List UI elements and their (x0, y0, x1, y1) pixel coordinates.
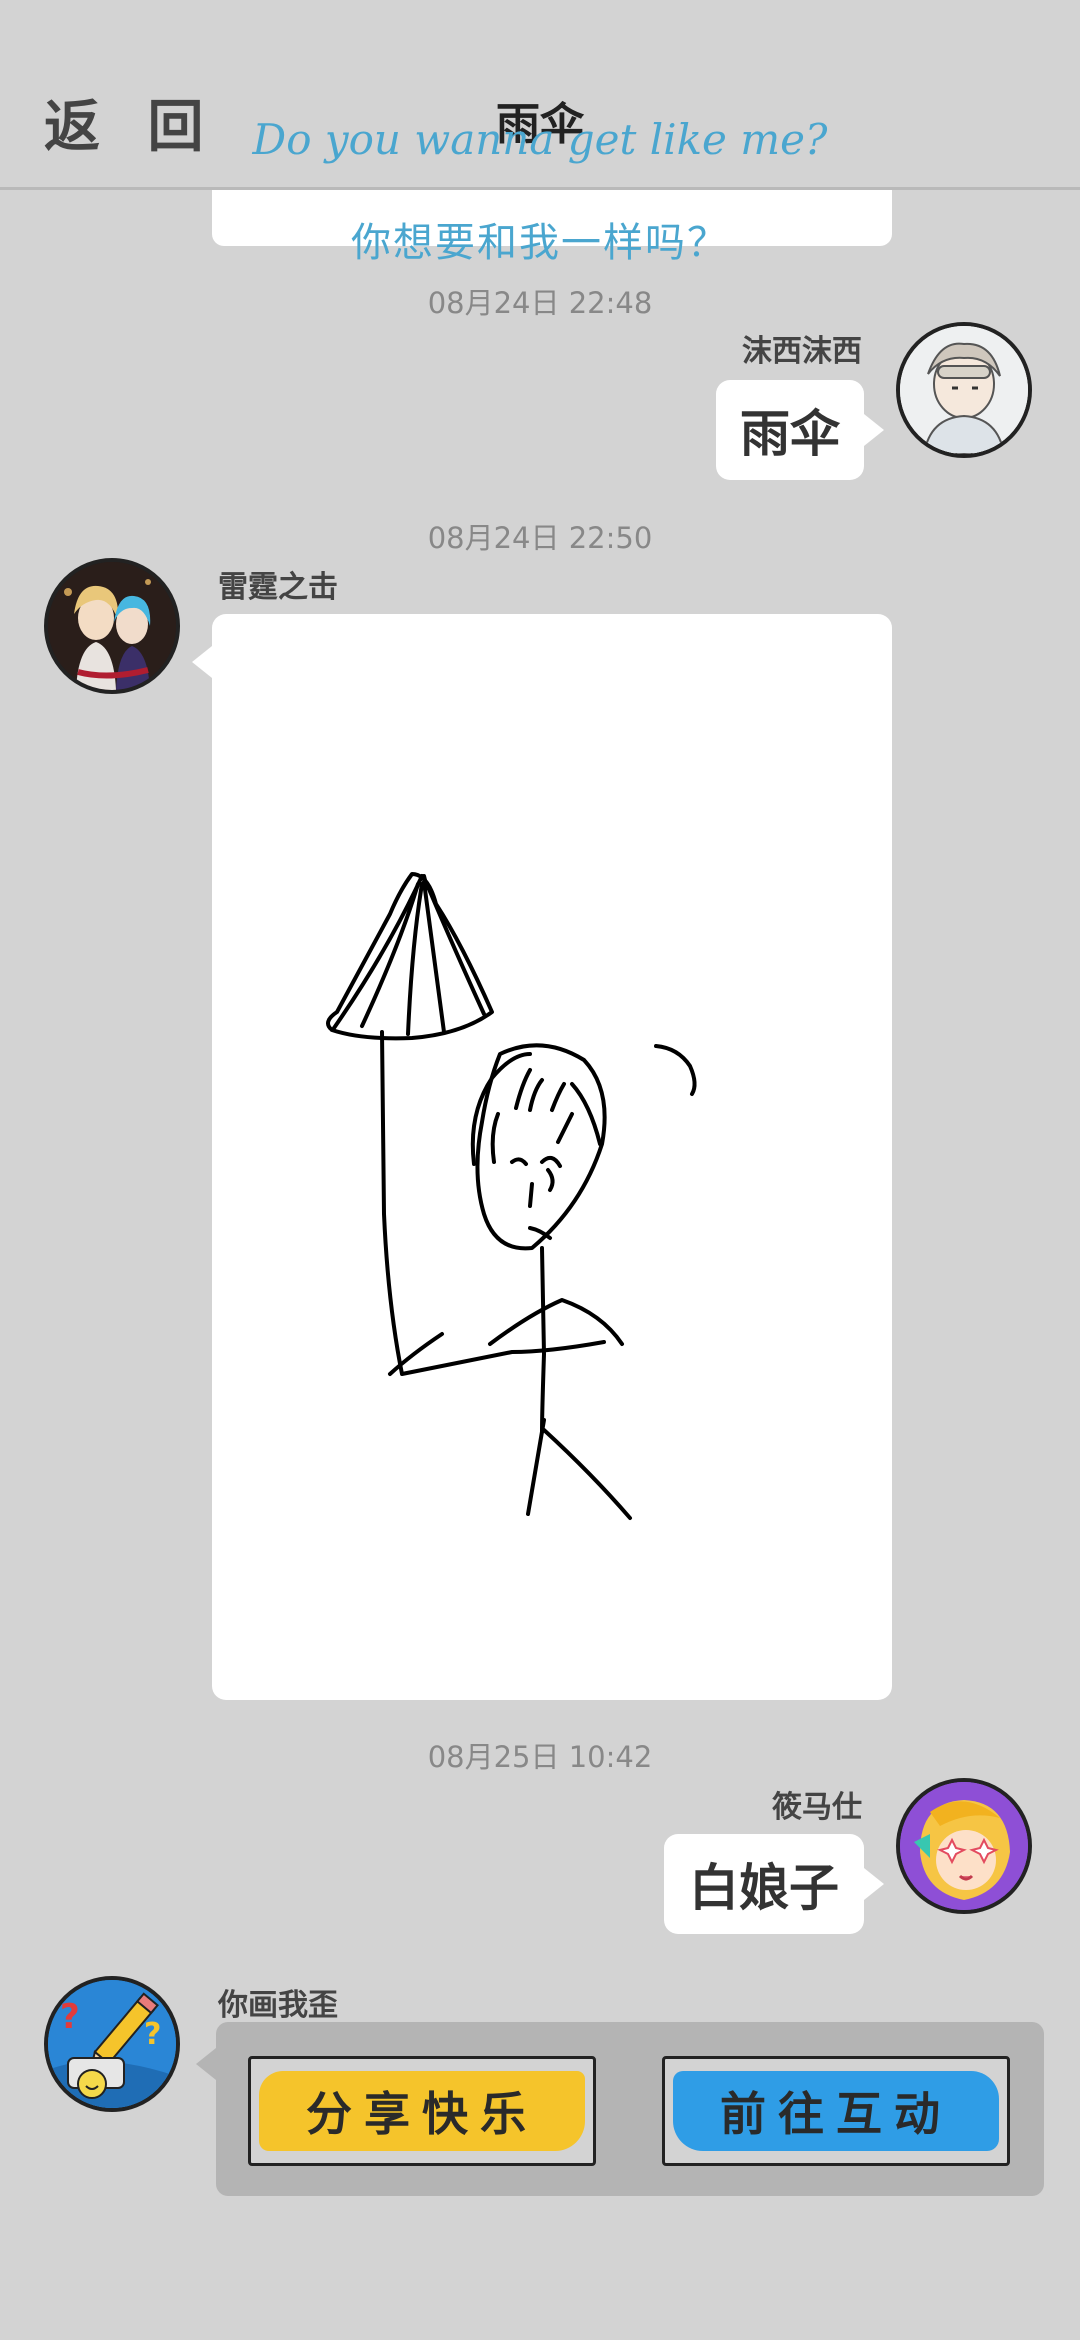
top-bar: 返 回 雨伞 Do you wanna get like me? (0, 0, 1080, 190)
game-bot-avatar[interactable]: ? ? (44, 1976, 180, 2112)
svg-text:?: ? (144, 2017, 161, 2052)
message-bubble[interactable]: 白娘子 (664, 1834, 864, 1934)
button-label: 分享快乐 (306, 2087, 538, 2141)
timestamp: 08月24日 22:48 (427, 286, 653, 320)
sender-name: 筱马仕 (772, 1790, 862, 1825)
subtitle-chinese: 你想要和我一样吗？ (351, 220, 729, 266)
bubble-tail (864, 1868, 884, 1900)
message-bubble[interactable]: 雨伞 (716, 380, 864, 480)
timestamp: 08月24日 22:50 (427, 521, 653, 555)
user-avatar[interactable] (896, 322, 1032, 458)
bubble-tail (192, 646, 212, 678)
pencil-icon: ? ? (48, 1980, 176, 2108)
share-happiness-button[interactable]: 分享快乐 (248, 2056, 596, 2166)
sender-name: 雷霆之击 (218, 570, 338, 605)
svg-text:?: ? (60, 1997, 80, 2037)
timestamp: 08月25日 10:42 (427, 1740, 653, 1774)
drawing-image[interactable] (212, 614, 892, 1700)
go-interact-button[interactable]: 前往互动 (662, 2056, 1010, 2166)
user-avatar[interactable] (44, 558, 180, 694)
button-label: 前往互动 (720, 2087, 952, 2141)
sender-name: 你画我歪 (218, 1988, 338, 2023)
sender-name: 沫西沫西 (742, 334, 862, 369)
subtitle-english: Do you wanna get like me? (252, 115, 828, 164)
game-card: 分享快乐 前往互动 (216, 2022, 1044, 2196)
stick-figure-umbrella-drawing (326, 872, 697, 1520)
bubble-tail (864, 414, 884, 446)
bubble-tail (196, 2048, 216, 2080)
user-avatar[interactable] (896, 1778, 1032, 1914)
